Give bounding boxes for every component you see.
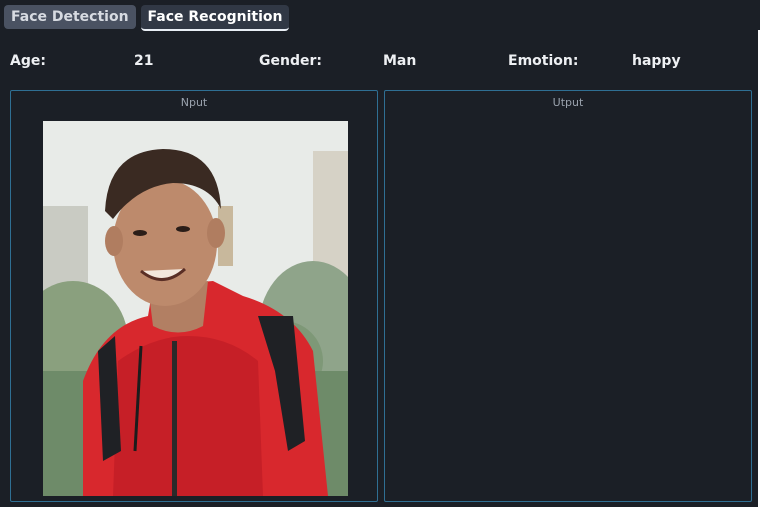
tab-label: Face Detection [11, 9, 129, 25]
output-panel: Utput [384, 90, 752, 502]
output-panel-title: Utput [552, 96, 584, 109]
age-label: Age: [10, 53, 46, 69]
age-value: 21 [134, 53, 154, 69]
person-photo-illustration [43, 121, 348, 496]
tab-bar: Face Detection Face Recognition [4, 5, 290, 31]
tab-face-recognition[interactable]: Face Recognition [140, 5, 290, 31]
app-window: Face Detection Face Recognition Age: 21 … [0, 0, 760, 507]
gender-label: Gender: [259, 53, 322, 69]
emotion-label: Emotion: [508, 53, 579, 69]
gender-value: Man [383, 53, 417, 69]
emotion-value: happy [632, 53, 681, 69]
tab-face-detection[interactable]: Face Detection [4, 5, 136, 29]
input-photo [43, 121, 348, 496]
prediction-info-row: Age: 21 Gender: Man Emotion: happy [0, 53, 760, 73]
input-panel-title: Nput [180, 96, 208, 109]
input-panel: Nput [10, 90, 378, 502]
tab-label: Face Recognition [147, 9, 283, 25]
